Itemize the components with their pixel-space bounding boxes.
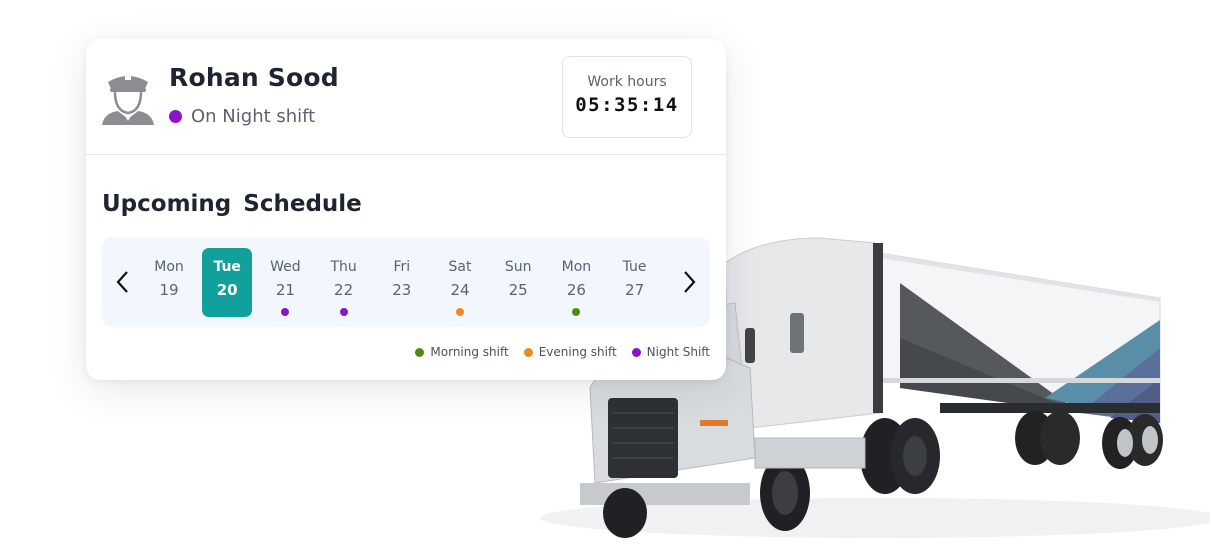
- day-sat-24[interactable]: Sat 24: [435, 248, 485, 317]
- work-hours-timer: 05:35:14: [575, 94, 679, 116]
- driver-avatar-icon: [102, 75, 154, 125]
- day-date: 23: [392, 281, 412, 299]
- day-name: Sun: [504, 259, 532, 275]
- day-mon-19[interactable]: Mon 19: [144, 248, 194, 317]
- day-name: Mon: [154, 259, 184, 275]
- day-date: 27: [625, 281, 645, 299]
- day-date: 25: [508, 281, 528, 299]
- day-date: 22: [334, 281, 354, 299]
- day-name: Fri: [393, 259, 411, 275]
- legend-item-night: Night Shift: [631, 345, 710, 359]
- driver-header: Rohan Sood On Night shift Work hours 05:…: [86, 39, 726, 155]
- section-title: Upcoming Schedule: [102, 191, 362, 217]
- day-date: 26: [566, 281, 586, 299]
- legend-item-evening: Evening shift: [523, 345, 617, 359]
- morning-legend-dot-icon: [415, 347, 425, 357]
- day-name: Sat: [448, 259, 472, 275]
- chevron-left-icon[interactable]: [112, 267, 134, 297]
- driver-card: Rohan Sood On Night shift Work hours 05:…: [86, 39, 726, 380]
- day-tue-27[interactable]: Tue 27: [610, 248, 660, 317]
- morning-shift-dot-icon: [572, 308, 581, 316]
- status-text: On Night shift: [191, 106, 316, 127]
- day-name: Wed: [270, 259, 301, 275]
- day-date: 24: [450, 281, 470, 299]
- legend-item-morning: Morning shift: [415, 345, 509, 359]
- evening-legend-dot-icon: [523, 347, 533, 357]
- evening-shift-dot-icon: [456, 308, 464, 316]
- day-date: 19: [159, 281, 179, 299]
- legend-label: Morning shift: [430, 345, 509, 359]
- day-name: Tue: [213, 259, 241, 275]
- legend-label: Night Shift: [646, 345, 710, 359]
- driver-name: Rohan Sood: [169, 63, 339, 92]
- day-tue-20[interactable]: Tue 20: [202, 248, 253, 317]
- day-date: 20: [216, 281, 238, 299]
- day-thu-22[interactable]: Thu 22: [319, 248, 369, 317]
- night-shift-dot-icon: [339, 308, 348, 316]
- driver-status: On Night shift: [169, 106, 315, 127]
- status-dot-icon: [169, 110, 182, 123]
- day-fri-23[interactable]: Fri 23: [377, 248, 427, 317]
- schedule-calendar: Mon 19 Tue 20 Wed 21 Thu 22 Fri 23 Sat 24 Sun 25 Mon 26…: [102, 237, 710, 327]
- night-legend-dot-icon: [631, 347, 641, 357]
- chevron-right-icon[interactable]: [678, 267, 700, 297]
- work-hours-box: Work hours 05:35:14: [562, 56, 692, 138]
- day-name: Mon: [561, 259, 592, 275]
- day-name: Tue: [622, 259, 647, 275]
- day-mon-26[interactable]: Mon 26: [551, 248, 601, 317]
- day-date: 21: [275, 281, 295, 299]
- legend-label: Evening shift: [538, 345, 617, 359]
- night-shift-dot-icon: [281, 308, 290, 316]
- work-hours-label: Work hours: [587, 74, 667, 90]
- day-name: Thu: [330, 259, 357, 275]
- shift-legend: Morning shift Evening shift Night Shift: [400, 345, 710, 359]
- day-wed-21[interactable]: Wed 21: [260, 248, 310, 317]
- day-sun-25[interactable]: Sun 25: [493, 248, 543, 317]
